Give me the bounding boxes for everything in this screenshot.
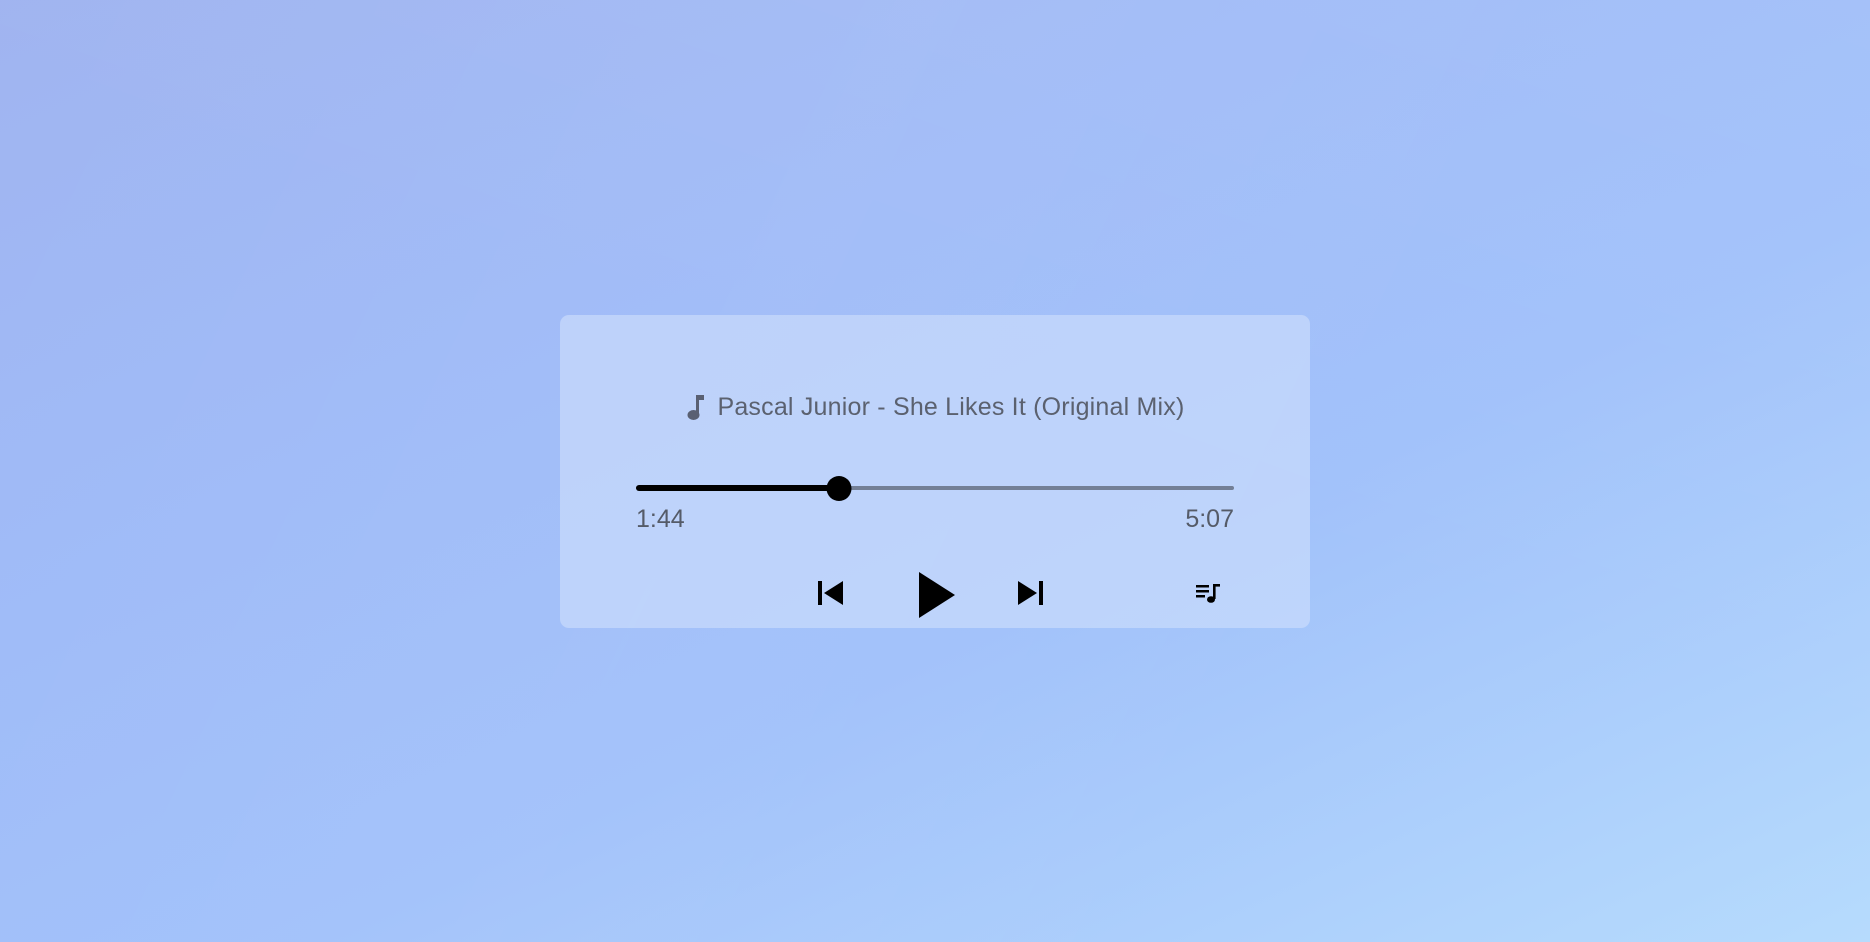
previous-track-button[interactable]	[816, 578, 846, 608]
current-time: 1:44	[636, 505, 685, 533]
play-icon	[919, 572, 955, 618]
next-track-button[interactable]	[1015, 578, 1045, 608]
queue-music-icon	[1196, 584, 1220, 603]
progress-slider[interactable]	[636, 476, 1234, 501]
queue-button[interactable]	[1195, 580, 1223, 606]
total-time: 5:07	[1185, 505, 1234, 533]
skip-next-icon	[1018, 581, 1043, 605]
track-title-row: Pascal Junior - She Likes It (Original M…	[560, 393, 1310, 422]
music-player-card: Pascal Junior - She Likes It (Original M…	[560, 315, 1310, 628]
music-note-icon	[687, 394, 705, 420]
play-button[interactable]	[913, 570, 959, 620]
progress-fill	[636, 485, 839, 491]
playback-controls	[560, 558, 1310, 618]
skip-previous-icon	[818, 581, 843, 605]
progress-thumb[interactable]	[826, 476, 852, 501]
track-title: Pascal Junior - She Likes It (Original M…	[717, 393, 1185, 421]
